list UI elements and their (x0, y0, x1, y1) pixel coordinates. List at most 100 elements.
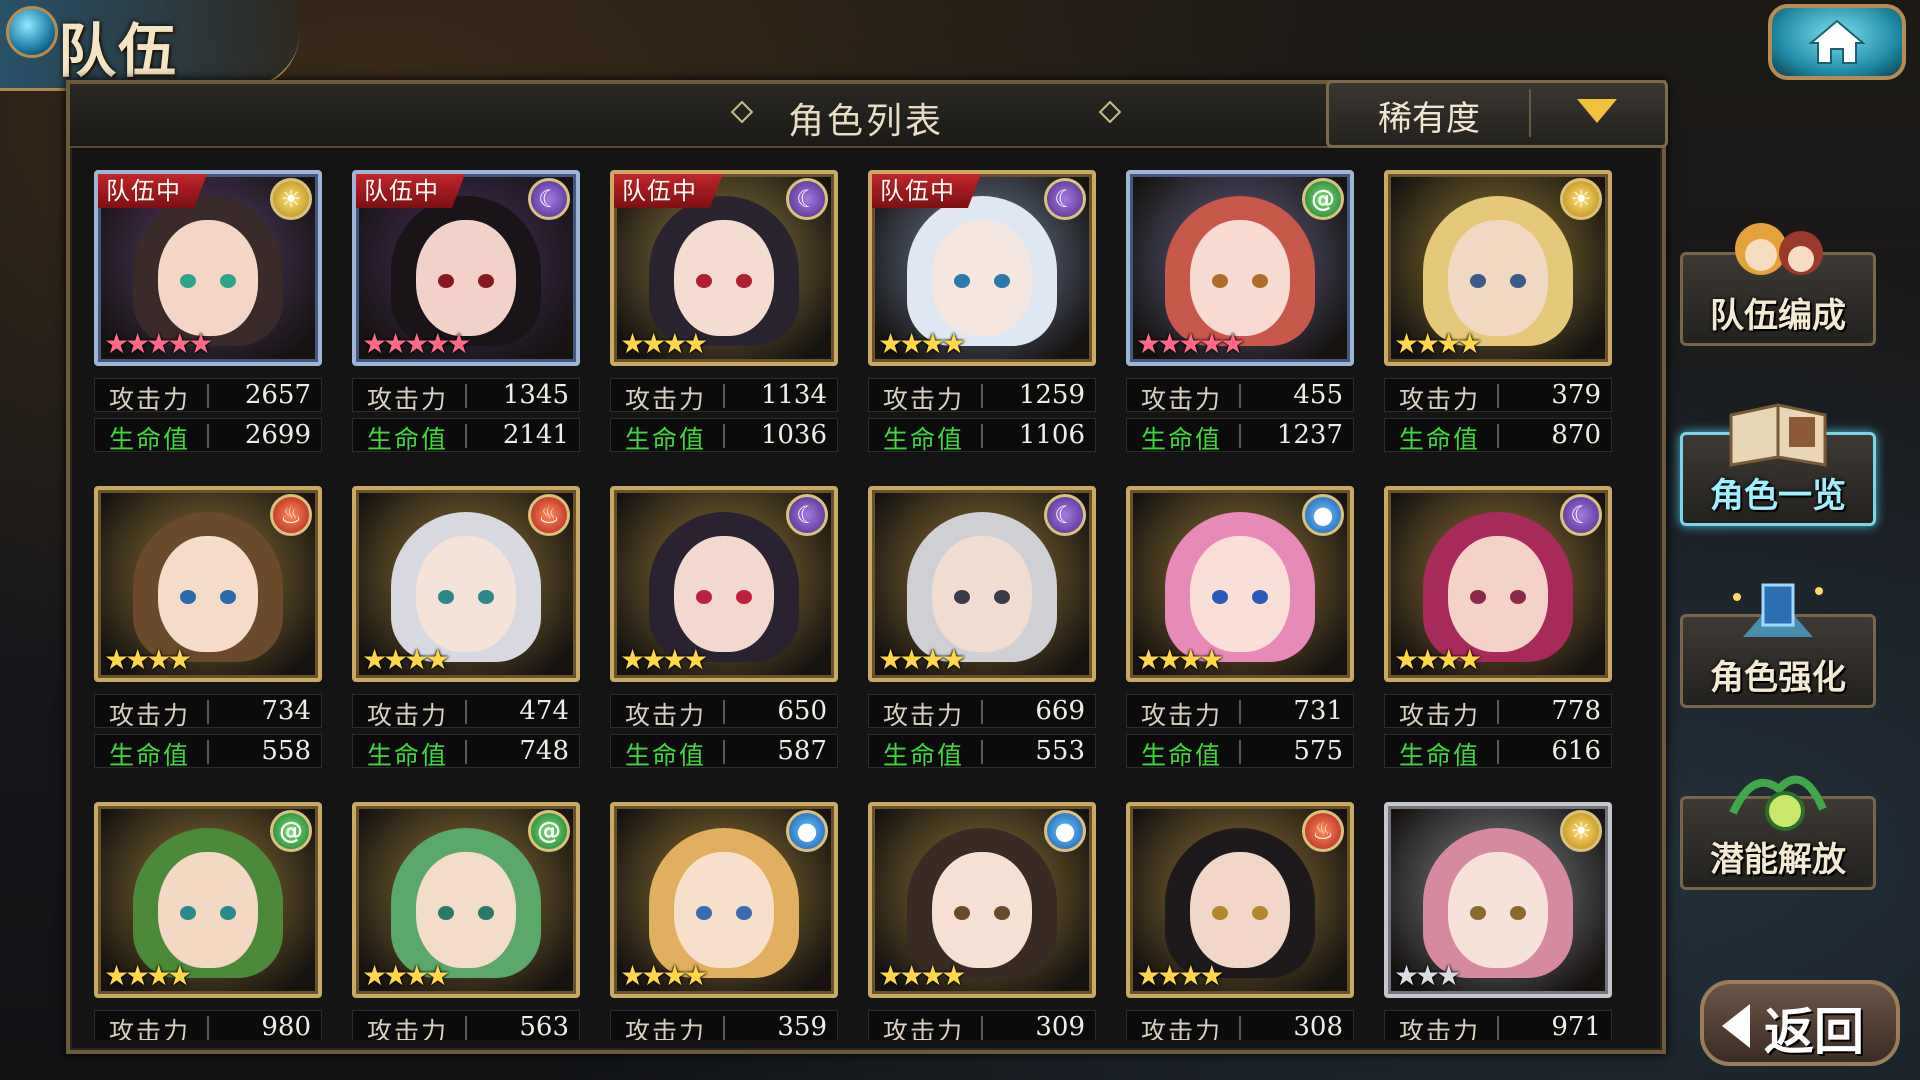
character-portrait[interactable]: @ ★★★★★ (1126, 170, 1354, 366)
character-card[interactable]: ☾ ★★★★ 攻击力 669 生命值 553 (868, 486, 1096, 786)
character-eyes (1208, 274, 1272, 288)
back-arrow-icon (1722, 1004, 1750, 1048)
character-card[interactable]: ☀ ★★★★ 攻击力 379 生命值 870 (1384, 170, 1612, 470)
book-icon (1729, 403, 1827, 467)
character-portrait[interactable]: ☾ ★★★★ (610, 486, 838, 682)
team-formation-button[interactable]: 队伍编成 (1680, 223, 1876, 346)
attack-value: 1134 (760, 380, 827, 410)
attack-label: 攻击力 (625, 385, 707, 414)
hp-label: 生命值 (1141, 425, 1223, 454)
character-card[interactable]: ♨ ★★★★ 攻击力 474 生命值 748 (352, 486, 580, 786)
attack-label: 攻击力 (1399, 385, 1481, 414)
character-card[interactable]: ☾ ★★★★ 攻击力 650 生命值 587 (610, 486, 838, 786)
back-button[interactable]: 返回 (1700, 980, 1900, 1066)
water-icon: ● (1302, 494, 1344, 536)
character-grid: 队伍中 ☀ ★★★★★ 攻击力 2657 生命值 2699 队伍中 ☾ ★★★★★ 攻击力 1345… (94, 170, 1654, 1040)
panel-header: 角色列表 稀有度 (70, 80, 1668, 148)
character-card[interactable]: ● ★★★★ 攻击力 731 生命值 575 (1126, 486, 1354, 786)
attack-label: 攻击力 (883, 701, 965, 730)
chevron-down-icon[interactable] (1577, 99, 1617, 123)
character-card[interactable]: ● ★★★★ 攻击力 359 (610, 802, 838, 1040)
character-card[interactable]: ♨ ★★★★ 攻击力 734 生命值 558 (94, 486, 322, 786)
character-card[interactable]: ☀ ★★★ 攻击力 971 (1384, 802, 1612, 1040)
character-card[interactable]: 队伍中 ☾ ★★★★ 攻击力 1259 生命值 1106 (868, 170, 1096, 470)
character-eyes (692, 906, 756, 920)
moon-icon: ☾ (1044, 494, 1086, 536)
attack-label: 攻击力 (883, 385, 965, 414)
attack-stat: 攻击力 731 (1126, 694, 1354, 730)
character-enhance-button[interactable]: 角色强化 (1680, 583, 1876, 708)
character-card[interactable]: 队伍中 ☾ ★★★★★ 攻击力 1345 生命值 2141 (352, 170, 580, 470)
hp-value: 2699 (244, 420, 311, 450)
menu-orb-icon[interactable] (6, 6, 58, 58)
character-list-button[interactable]: 角色一览 (1680, 403, 1876, 526)
attack-value: 971 (1551, 1012, 1601, 1040)
rarity-stars: ★★★★★ (362, 327, 471, 360)
character-card[interactable]: ● ★★★★ 攻击力 309 (868, 802, 1096, 1040)
character-portrait[interactable]: ♨ ★★★★ (352, 486, 580, 682)
hp-value: 748 (519, 736, 569, 766)
sun-icon: ☀ (1560, 178, 1602, 220)
attack-value: 1259 (1018, 380, 1085, 410)
hp-value: 587 (777, 736, 827, 766)
character-portrait[interactable]: ● ★★★★ (1126, 486, 1354, 682)
character-portrait[interactable]: ● ★★★★ (610, 802, 838, 998)
character-card[interactable]: @ ★★★★ 攻击力 980 (94, 802, 322, 1040)
character-portrait[interactable]: 队伍中 ☾ ★★★★ (868, 170, 1096, 366)
enhance-card-icon (1733, 583, 1823, 637)
attack-stat: 攻击力 359 (610, 1010, 838, 1040)
character-eyes (1208, 906, 1272, 920)
hp-stat: 生命值 1036 (610, 418, 838, 454)
hp-label: 生命值 (625, 741, 707, 770)
attack-label: 攻击力 (1399, 1017, 1481, 1040)
potential-unlock-button[interactable]: 潜能解放 (1680, 775, 1876, 890)
character-enhance-label: 角色强化 (1710, 658, 1846, 698)
character-portrait[interactable]: @ ★★★★ (352, 802, 580, 998)
attack-value: 309 (1035, 1012, 1085, 1040)
home-icon (1808, 19, 1866, 64)
in-team-badge: 队伍中 (356, 174, 465, 208)
character-portrait[interactable]: 队伍中 ☀ ★★★★★ (94, 170, 322, 366)
rarity-stars: ★★★★ (362, 643, 450, 676)
character-portrait[interactable]: @ ★★★★ (94, 802, 322, 998)
fire-icon: ♨ (528, 494, 570, 536)
rarity-stars: ★★★★ (1394, 643, 1482, 676)
character-portrait[interactable]: ♨ ★★★★ (1126, 802, 1354, 998)
character-portrait[interactable]: ● ★★★★ (868, 802, 1096, 998)
character-card[interactable]: 队伍中 ☀ ★★★★★ 攻击力 2657 生命值 2699 (94, 170, 322, 470)
character-portrait[interactable]: ♨ ★★★★ (94, 486, 322, 682)
character-portrait[interactable]: ☀ ★★★★ (1384, 170, 1612, 366)
hp-value: 1237 (1276, 420, 1343, 450)
hp-stat: 生命值 2699 (94, 418, 322, 454)
sort-dropdown[interactable]: 稀有度 (1326, 80, 1668, 148)
hp-value: 558 (261, 736, 311, 766)
hp-value: 575 (1293, 736, 1343, 766)
attack-stat: 攻击力 980 (94, 1010, 322, 1040)
moon-icon: ☾ (528, 178, 570, 220)
hp-stat: 生命值 616 (1384, 734, 1612, 770)
character-card[interactable]: ☾ ★★★★ 攻击力 778 生命值 616 (1384, 486, 1612, 786)
hp-label: 生命值 (883, 741, 965, 770)
character-portrait[interactable]: ☾ ★★★★ (1384, 486, 1612, 682)
hp-label: 生命值 (367, 741, 449, 770)
fire-icon: ♨ (270, 494, 312, 536)
attack-stat: 攻击力 308 (1126, 1010, 1354, 1040)
water-icon: ● (1044, 810, 1086, 852)
attack-label: 攻击力 (1141, 1017, 1223, 1040)
attack-value: 778 (1551, 696, 1601, 726)
character-portrait[interactable]: 队伍中 ☾ ★★★★★ (352, 170, 580, 366)
home-button[interactable] (1768, 4, 1906, 80)
sort-divider (1529, 89, 1531, 137)
character-portrait[interactable]: 队伍中 ☾ ★★★★ (610, 170, 838, 366)
hp-label: 生命值 (367, 425, 449, 454)
page-title: 队伍 (58, 17, 179, 85)
fire-icon: ♨ (1302, 810, 1344, 852)
character-portrait[interactable]: ☾ ★★★★ (868, 486, 1096, 682)
attack-stat: 攻击力 474 (352, 694, 580, 730)
character-card[interactable]: @ ★★★★★ 攻击力 455 生命值 1237 (1126, 170, 1354, 470)
hp-label: 生命值 (1141, 741, 1223, 770)
character-portrait[interactable]: ☀ ★★★ (1384, 802, 1612, 998)
character-card[interactable]: ♨ ★★★★ 攻击力 308 (1126, 802, 1354, 1040)
character-card[interactable]: @ ★★★★ 攻击力 563 (352, 802, 580, 1040)
character-card[interactable]: 队伍中 ☾ ★★★★ 攻击力 1134 生命值 1036 (610, 170, 838, 470)
